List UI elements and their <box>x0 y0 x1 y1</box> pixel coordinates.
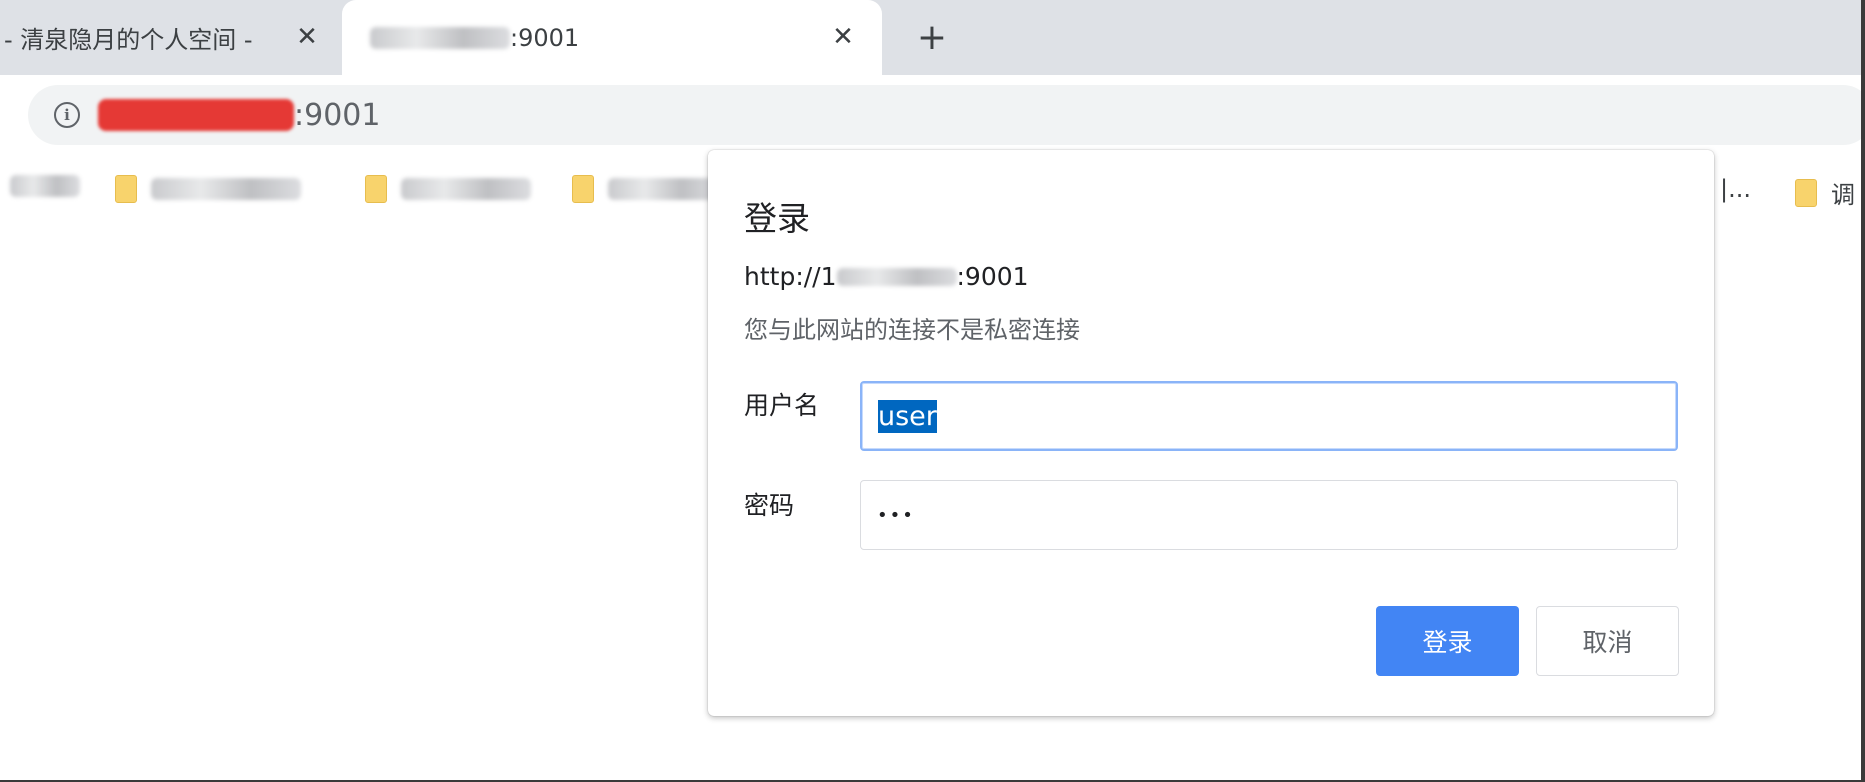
folder-icon <box>365 175 387 203</box>
dialog-title: 登录 <box>744 199 810 238</box>
bookmark-item[interactable] <box>10 175 80 197</box>
origin-suffix: :9001 <box>956 262 1029 291</box>
tab-current[interactable]: :9001 ✕ <box>342 0 882 75</box>
password-label: 密码 <box>744 491 795 520</box>
new-tab-button[interactable]: + <box>912 18 952 58</box>
toolbar: i :9001 <box>0 75 1865 155</box>
bookmark-folder[interactable]: 调 <box>1795 175 1855 210</box>
redacted-bookmark <box>608 178 718 200</box>
tab-personal-space[interactable]: - 清泉隐月的个人空间 - ✕ <box>0 0 340 75</box>
folder-icon <box>572 175 594 203</box>
username-field[interactable]: user <box>860 381 1678 451</box>
redacted-bookmark <box>151 178 301 200</box>
username-value: user <box>878 399 937 433</box>
redacted-host <box>98 99 294 131</box>
bookmark-label: 调 <box>1831 181 1855 209</box>
redacted-bookmark <box>401 178 531 200</box>
folder-icon <box>1795 178 1817 207</box>
tab-title: :9001 <box>510 23 580 52</box>
redacted-host <box>370 26 510 49</box>
redacted-host <box>836 267 957 286</box>
bookmark-overflow[interactable]: |... <box>1720 175 1751 203</box>
bookmark-folder[interactable] <box>572 175 718 203</box>
cancel-button[interactable]: 取消 <box>1536 606 1679 676</box>
login-button[interactable]: 登录 <box>1376 606 1519 676</box>
password-field[interactable]: ••• <box>860 480 1678 550</box>
info-icon[interactable]: i <box>54 102 80 128</box>
dialog-origin: http://1 :9001 <box>744 262 1029 291</box>
username-label: 用户名 <box>744 391 820 420</box>
origin-prefix: http://1 <box>744 262 837 291</box>
folder-icon <box>115 175 137 203</box>
redacted-bookmark <box>10 175 80 197</box>
bookmark-folder[interactable] <box>365 175 531 203</box>
login-dialog: 登录 http://1 :9001 您与此网站的连接不是私密连接 用户名 use… <box>708 150 1714 716</box>
window-frame <box>1861 0 1865 782</box>
tab-title: - 清泉隐月的个人空间 - <box>4 26 253 54</box>
close-icon[interactable]: ✕ <box>828 22 858 52</box>
close-icon[interactable]: ✕ <box>292 22 322 52</box>
address-bar[interactable]: i :9001 <box>28 85 1865 145</box>
tab-strip: - 清泉隐月的个人空间 - ✕ :9001 ✕ + <box>0 0 1865 75</box>
password-value: ••• <box>877 504 915 526</box>
url-port: :9001 <box>294 97 381 133</box>
bookmark-folder[interactable] <box>115 175 301 203</box>
bookmark-label: |... <box>1720 175 1751 203</box>
connection-warning: 您与此网站的连接不是私密连接 <box>744 316 1080 344</box>
